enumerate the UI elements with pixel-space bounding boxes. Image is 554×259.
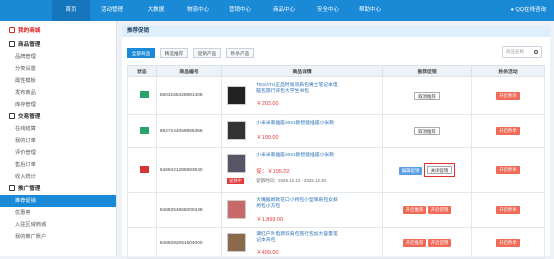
open-seckill-button[interactable]: 开启秒杀 (496, 91, 520, 100)
goods-name-link[interactable]: 小米米家插座2021款智能插座小米款 (256, 153, 338, 159)
open-promo-button[interactable]: 开启促销 (427, 239, 452, 247)
edit-promo-button[interactable]: 编辑促销 (398, 167, 423, 175)
box-icon (9, 41, 15, 47)
col-status: 状态 (127, 65, 157, 77)
top-navigation: 首页 活动管理 大数据 物流中心 营销中心 商品中心 安全中心 帮助中心 ● Q… (0, 0, 554, 21)
sidebar-item-regional-mall[interactable]: 入驻区域商城 (0, 219, 116, 231)
promo-period: 促销时间：2025.12.13 - 2025.12.20 (256, 178, 326, 183)
chart-icon (9, 185, 15, 191)
goods-name-link[interactable]: 大嘴猴新款花口小挎包小型单肩包女斜挎包小方包 (256, 198, 338, 210)
open-promo-button[interactable]: 开启促销 (427, 206, 452, 214)
sidebar-item-brand[interactable]: 品牌管理 (0, 51, 116, 63)
status-badge (140, 91, 149, 98)
qq-consult-link[interactable]: ● QQ在线咨询 (511, 0, 546, 21)
goods-thumbnail[interactable] (227, 121, 247, 140)
goods-thumbnail[interactable] (227, 233, 247, 252)
open-recommend-button[interactable]: 开启推荐 (402, 239, 427, 247)
col-recommend: 推荐促销 (381, 65, 473, 77)
close-promo-button[interactable]: 关闭促销 (426, 166, 453, 174)
goods-thumbnail[interactable] (227, 200, 247, 219)
nav-activity[interactable]: 活动管理 (92, 0, 132, 21)
document-icon (9, 113, 15, 119)
goods-code: 6503165428881408 (155, 76, 223, 115)
sidebar-item-reviews[interactable]: 评价管理 (0, 147, 116, 159)
open-seckill-button[interactable]: 开启秒杀 (496, 206, 520, 214)
promo-tag: 促销中 (227, 178, 244, 184)
sidebar: 我的商城 商品管理 品牌管理 分类设置 属性模板 发布商品 库存管理 交易管理 … (0, 21, 117, 256)
section-title: 交易管理 (18, 114, 41, 120)
goods-name-link[interactable]: 潮红户外电源双肩包旅行包加大容量笔记本背包 (256, 232, 338, 244)
sidebar-item-category[interactable]: 分类设置 (0, 63, 116, 75)
search-input[interactable]: 商品名称 (502, 46, 542, 58)
goods-thumbnail[interactable] (227, 154, 247, 173)
status-badge (140, 126, 149, 134)
goods-price: ￥499.00 (256, 250, 279, 256)
home-icon (9, 27, 15, 33)
cancel-recommend-button[interactable]: 取消推荐 (414, 127, 440, 135)
nav-home[interactable]: 首页 (52, 0, 90, 21)
sidebar-item-promo-account[interactable]: 我的推广账户 (0, 231, 116, 243)
goods-price: ￥203.00 (256, 101, 279, 107)
nav-logistics[interactable]: 物流中心 (178, 0, 218, 21)
goods-price: ￥199.00 (256, 135, 279, 141)
table-row: 6503165428881408 TEGATU正品时尚双肩包男士笔记本电脑包旅行… (127, 76, 545, 115)
search-placeholder: 商品名称 (506, 49, 524, 54)
qq-label: QQ在线咨询 (515, 7, 546, 13)
cancel-recommend-button[interactable]: 取消推荐 (414, 91, 440, 100)
open-seckill-button[interactable]: 开启秒杀 (496, 239, 520, 247)
nav-bigdata[interactable]: 大数据 (136, 0, 176, 21)
goods-code: 8527244059866368 (155, 114, 223, 148)
sidebar-item-income[interactable]: 收入统计 (0, 171, 116, 183)
tab-promo[interactable]: 促销产品 (193, 48, 221, 58)
table-row: 8468292061604000 潮红户外电源双肩包旅行包加大容量笔记本背包 ￥… (127, 227, 545, 259)
sidebar-item-attr-template[interactable]: 属性模板 (0, 75, 116, 87)
sidebar-my-shop[interactable]: 我的商城 (0, 25, 116, 37)
section-title: 推广管理 (18, 186, 41, 192)
goods-thumbnail[interactable] (227, 86, 247, 105)
qq-icon: ● (510, 7, 514, 13)
sidebar-item-settle[interactable]: 在线结算 (0, 123, 116, 135)
nav-goods[interactable]: 商品中心 (264, 0, 304, 21)
main-panel: 推荐促销 全部商品 精选推荐 促销产品 秒杀产品 商品名称 状态 商品编号 商品… (122, 25, 550, 259)
table-row: 8527244059866368 小米米家插座2021款智能插座小米款 ￥199… (127, 114, 545, 148)
tab-featured[interactable]: 精选推荐 (160, 48, 188, 58)
goods-code: 8468292061604000 (155, 227, 223, 259)
table-row: 6469421286883840 促销中 小米米家插座2021款智能插座小米款 … (127, 147, 545, 193)
open-seckill-button[interactable]: 开启秒杀 (496, 127, 520, 135)
nav-security[interactable]: 安全中心 (308, 0, 348, 21)
sidebar-item-orders[interactable]: 我的订单 (0, 135, 116, 147)
breadcrumb: 推荐促销 (122, 25, 550, 37)
goods-name-link[interactable]: TEGATU正品时尚双肩包男士笔记本电脑包旅行背包大学生书包 (256, 83, 338, 95)
col-seckill: 秒杀活动 (471, 65, 545, 77)
sidebar-section-trade[interactable]: 交易管理 (0, 111, 116, 123)
goods-code: 8468254865000448 (155, 192, 223, 228)
sidebar-item-publish[interactable]: 发布商品 (0, 87, 116, 99)
status-badge (140, 165, 149, 173)
col-code: 商品编号 (155, 65, 223, 77)
open-recommend-button[interactable]: 开启推荐 (402, 206, 427, 214)
nav-help[interactable]: 帮助中心 (350, 0, 390, 21)
sidebar-item-aftersale[interactable]: 售后订单 (0, 159, 116, 171)
highlight-box: 关闭促销 (423, 163, 456, 177)
col-detail: 商品详情 (221, 65, 383, 77)
goods-price: 促：￥195.02 (256, 169, 290, 175)
open-seckill-button[interactable]: 开启秒杀 (496, 166, 520, 174)
section-title: 商品管理 (18, 42, 41, 48)
table-row: 8468254865000448 大嘴猴新款花口小挎包小型单肩包女斜挎包小方包 … (127, 192, 545, 228)
sidebar-section-goods[interactable]: 商品管理 (0, 39, 116, 51)
goods-price: ￥1,899.00 (256, 217, 284, 223)
sidebar-my-shop-label: 我的商城 (18, 28, 41, 34)
sidebar-item-recommend[interactable]: 推荐促销 (0, 195, 116, 207)
sidebar-item-coupon[interactable]: 优惠券 (0, 207, 116, 219)
sidebar-section-promo[interactable]: 推广管理 (0, 183, 116, 195)
tab-all[interactable]: 全部商品 (127, 48, 155, 58)
goods-name-link[interactable]: 小米米家插座2021款智能插座小米款 (256, 121, 338, 127)
sidebar-item-stock[interactable]: 库存管理 (0, 99, 116, 111)
search-icon[interactable] (534, 50, 538, 54)
nav-marketing[interactable]: 营销中心 (220, 0, 260, 21)
tab-seckill[interactable]: 秒杀产品 (226, 48, 254, 58)
goods-table: 状态 商品编号 商品详情 推荐促销 秒杀活动 6503165428881408 … (127, 65, 545, 259)
goods-code: 6469421286883840 (155, 147, 223, 193)
